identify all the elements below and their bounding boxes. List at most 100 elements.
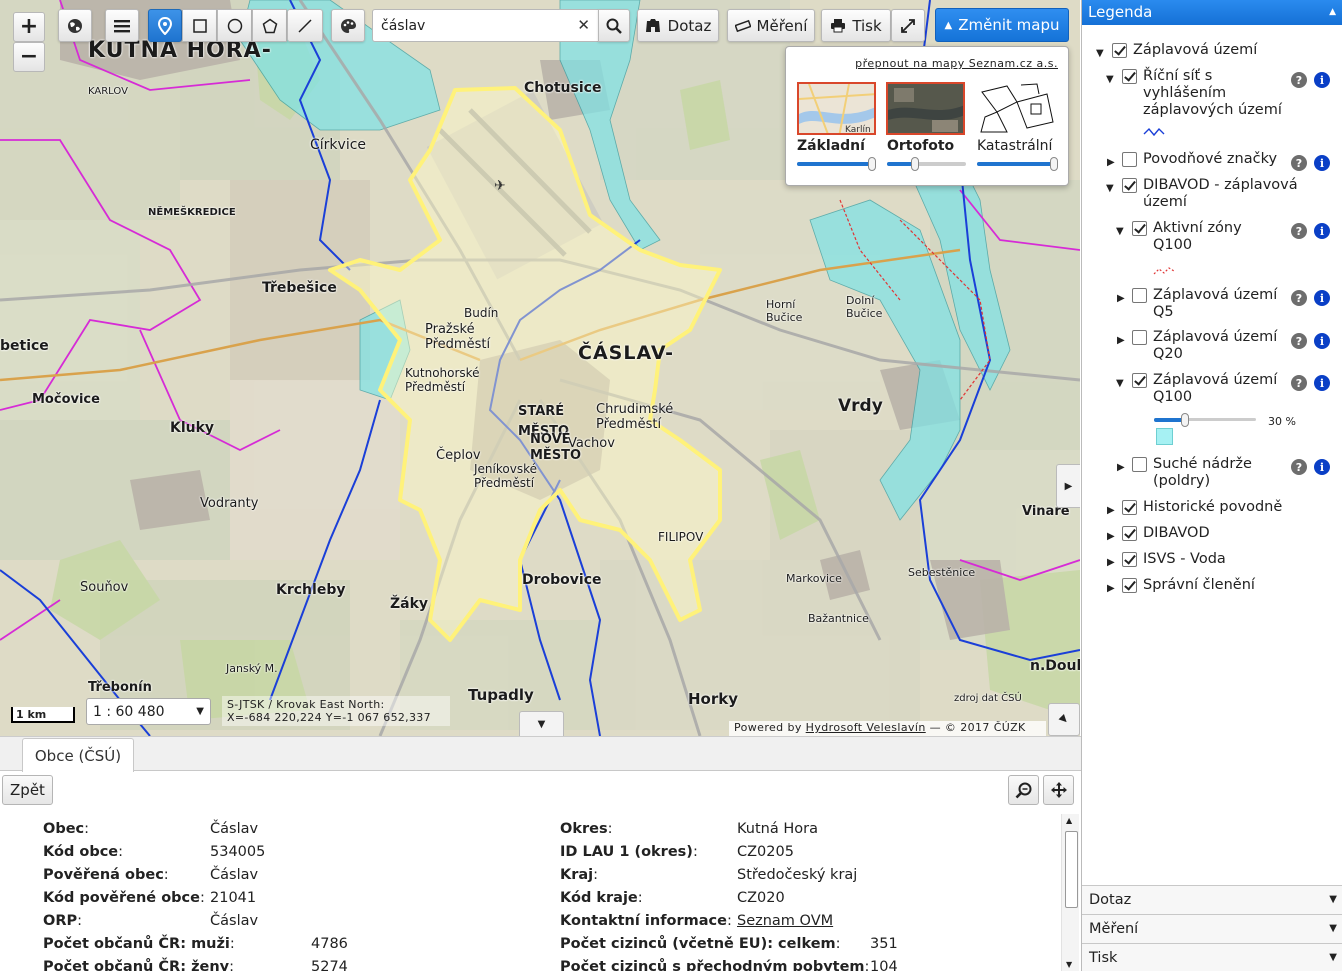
layer-checkbox[interactable] (1122, 500, 1137, 515)
tab-obce-csu[interactable]: Obce (ČSÚ) (22, 738, 134, 772)
basemap-thumb-ortofoto[interactable] (886, 82, 965, 135)
map-source-note: zdroj dat ČSÚ (954, 693, 1022, 704)
tree-toggle-icon[interactable]: ▼ (1106, 71, 1114, 88)
tree-toggle-icon[interactable]: ▼ (1106, 180, 1114, 197)
expand-panel-button[interactable]: ▶ (1056, 464, 1080, 508)
contact-link[interactable]: Seznam OVM (737, 910, 833, 933)
scale-select[interactable]: 1 : 60 480 ▼ (86, 698, 211, 725)
basemap-opacity-ortofoto[interactable] (887, 157, 966, 171)
info-icon[interactable]: i (1314, 155, 1330, 171)
tree-toggle-icon[interactable]: ▶ (1117, 332, 1125, 349)
line-select-button[interactable] (287, 9, 323, 42)
zoom-in-button[interactable]: + (13, 12, 45, 42)
caret-up-icon: ▲ (944, 19, 953, 31)
menu-button[interactable] (105, 9, 139, 42)
help-icon[interactable]: ? (1291, 223, 1307, 239)
print-button[interactable]: Tisk (821, 9, 891, 42)
rectangle-select-button[interactable] (182, 9, 217, 42)
basemap-thumb-zakladni[interactable]: Karlín (797, 82, 876, 135)
help-icon[interactable]: ? (1291, 459, 1307, 475)
help-icon[interactable]: ? (1291, 155, 1307, 171)
tree-toggle-icon[interactable]: ▶ (1117, 459, 1125, 476)
tree-toggle-icon[interactable]: ▶ (1107, 554, 1115, 571)
clear-search-icon[interactable]: ✕ (577, 16, 590, 34)
map-label-dolni-bucice: Dolní Bučice (846, 294, 883, 320)
globe-button[interactable] (58, 9, 92, 42)
tree-toggle-icon[interactable]: ▼ (1116, 223, 1124, 240)
zoom-to-feature-button[interactable] (1008, 775, 1039, 805)
polygon-select-button[interactable] (252, 9, 287, 42)
layer-label: Správní členění (1143, 577, 1255, 593)
query-button[interactable]: Dotaz (637, 9, 719, 42)
switch-seznam-link[interactable]: přepnout na mapy Seznam.cz a.s. (855, 57, 1058, 70)
tree-toggle-icon[interactable]: ▼ (1116, 375, 1124, 392)
layer-checkbox[interactable] (1122, 152, 1137, 167)
info-icon[interactable]: i (1314, 72, 1330, 88)
back-button[interactable]: Zpět (2, 775, 53, 805)
chevron-right-icon: ▶ (1064, 480, 1073, 492)
pan-to-feature-button[interactable] (1043, 775, 1074, 805)
move-icon (1050, 782, 1067, 798)
attribution-prefix: Powered by (734, 721, 802, 734)
style-button[interactable] (331, 9, 365, 42)
zoom-out-button[interactable]: − (13, 42, 45, 72)
info-icon[interactable]: i (1314, 333, 1330, 349)
tree-toggle-icon[interactable]: ▶ (1107, 580, 1115, 597)
point-select-button[interactable] (148, 9, 182, 42)
info-scrollbar[interactable]: ▲ ▼ (1061, 814, 1079, 971)
collapse-bottom-panel-button[interactable]: ▼ (519, 711, 564, 736)
measure-button[interactable]: Měření (727, 9, 815, 42)
search-field[interactable]: ✕ (372, 9, 599, 42)
layer-checkbox[interactable] (1112, 43, 1127, 58)
layer-checkbox[interactable] (1132, 288, 1147, 303)
map-label-krchleby: Krchleby (276, 582, 346, 598)
accordion-dotaz[interactable]: Dotaz ▼ (1082, 885, 1342, 914)
help-icon[interactable]: ? (1291, 375, 1307, 391)
map-label-drobovice: Drobovice (522, 572, 602, 588)
basemap-opacity-zakladni[interactable] (797, 157, 877, 171)
layer-checkbox[interactable] (1132, 221, 1147, 236)
coordinate-readout: S-JTSK / Krovak East North: X=-684 220,2… (222, 696, 450, 726)
scroll-up-icon[interactable]: ▲ (1066, 816, 1072, 825)
circle-select-button[interactable] (217, 9, 252, 42)
help-icon[interactable]: ? (1291, 333, 1307, 349)
basemap-thumb-katastralni[interactable] (977, 82, 1056, 135)
help-icon[interactable]: ? (1291, 290, 1307, 306)
layer-checkbox[interactable] (1122, 69, 1137, 84)
tree-toggle-icon[interactable]: ▶ (1107, 502, 1115, 519)
info-value: 21041 (210, 890, 257, 906)
legend-header[interactable]: Legenda ▲ (1082, 0, 1342, 25)
layer-checkbox[interactable] (1122, 552, 1137, 567)
map-label-nove-mesto: NOVÉ MĚSTO (530, 432, 582, 463)
accordion-tisk[interactable]: Tisk ▼ (1082, 943, 1342, 971)
info-icon[interactable]: i (1314, 223, 1330, 239)
info-icon[interactable]: i (1314, 459, 1330, 475)
layer-checkbox[interactable] (1122, 178, 1137, 193)
layer-checkbox[interactable] (1132, 457, 1147, 472)
search-button[interactable] (598, 9, 630, 42)
layer-checkbox[interactable] (1132, 330, 1147, 345)
scroll-down-icon[interactable]: ▼ (1066, 960, 1072, 969)
corner-toggle-button[interactable]: ▶ (1048, 703, 1080, 736)
info-icon[interactable]: i (1314, 375, 1330, 391)
layer-checkbox[interactable] (1132, 373, 1147, 388)
scroll-thumb[interactable] (1065, 831, 1078, 908)
tree-toggle-icon[interactable]: ▶ (1107, 528, 1115, 545)
layer-checkbox[interactable] (1122, 526, 1137, 541)
map-label-nemeskredice: NĚMEŠKREDICE (148, 207, 236, 218)
basemap-opacity-katastralni[interactable] (977, 157, 1058, 171)
change-map-button[interactable]: ▲ Změnit mapu (935, 8, 1069, 42)
help-icon[interactable]: ? (1291, 72, 1307, 88)
layer-checkbox[interactable] (1122, 578, 1137, 593)
q100-opacity-slider[interactable] (1154, 413, 1256, 427)
attribution-link[interactable]: Hydrosoft Veleslavín (806, 721, 926, 734)
accordion-mereni[interactable]: Měření ▼ (1082, 914, 1342, 943)
fullscreen-button[interactable] (891, 9, 925, 42)
tree-toggle-icon[interactable]: ▶ (1107, 154, 1115, 171)
search-input[interactable] (381, 17, 561, 34)
info-icon[interactable]: i (1314, 290, 1330, 306)
map-view[interactable]: ✈ KUTNÁ HORA- KARLOV Církvice Chotusice … (0, 0, 1080, 736)
tree-toggle-icon[interactable]: ▼ (1096, 45, 1104, 62)
tree-toggle-icon[interactable]: ▶ (1117, 290, 1125, 307)
map-switcher-panel: přepnout na mapy Seznam.cz a.s. Karlín Z… (785, 46, 1069, 186)
